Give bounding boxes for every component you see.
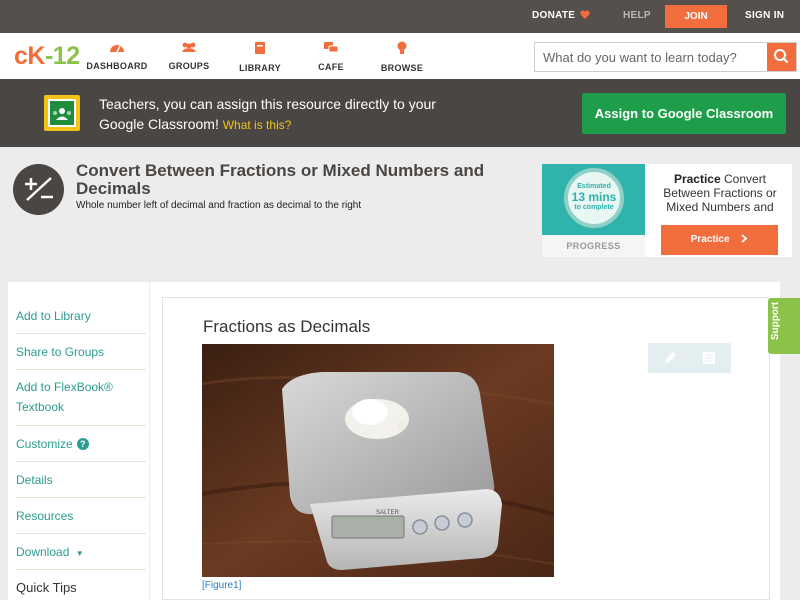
nav-cafe[interactable]: CAFE: [296, 41, 366, 75]
nav-dashboard-label: DASHBOARD: [86, 61, 148, 71]
estimate-text: Estimated 13 mins to complete: [564, 182, 624, 212]
support-tab[interactable]: Support: [768, 298, 800, 354]
sidebar-add-to-library[interactable]: Add to Library: [16, 298, 146, 334]
nav-groups[interactable]: GROUPS: [154, 41, 224, 74]
quick-tips-heading: Quick Tips: [16, 580, 77, 595]
groups-icon: [182, 42, 196, 52]
help-link[interactable]: HELP: [623, 10, 651, 21]
logo-text-12: -12: [44, 42, 80, 70]
lesson-tools: [648, 343, 731, 373]
chevron-right-icon: [741, 234, 748, 243]
scale-brand-text: SALTER: [376, 510, 400, 516]
sidebar-resources[interactable]: Resources: [16, 498, 146, 534]
figure-caption-link[interactable]: [Figure1]: [202, 580, 241, 591]
sidebar-download[interactable]: Download ▼: [16, 534, 146, 570]
nav-dashboard[interactable]: DASHBOARD: [82, 41, 152, 74]
support-label: Support: [770, 301, 781, 341]
google-classroom-banner: Teachers, you can assign this resource d…: [0, 79, 800, 147]
concept-subtitle: Whole number left of decimal and fractio…: [76, 200, 362, 211]
assign-to-google-classroom-button[interactable]: Assign to Google Classroom: [582, 93, 786, 134]
lesson-title: Fractions as Decimals: [203, 317, 371, 336]
lesson-card: Fractions as Decimals SALTER [Figure1]: [162, 297, 770, 600]
download-label: Download: [16, 545, 70, 559]
notes-icon[interactable]: [701, 350, 717, 366]
logo-text-ck: cK: [14, 42, 45, 70]
sidebar-details[interactable]: Details: [16, 462, 146, 498]
practice-description: Practice Convert Between Fractions or Mi…: [654, 172, 786, 214]
donate-link[interactable]: DONATE: [532, 10, 591, 21]
left-sidebar: Add to Library Share to Groups Add to Fl…: [8, 282, 149, 600]
nav-cafe-label: CAFE: [318, 62, 344, 72]
estimated-minutes: 13 mins: [571, 190, 617, 204]
sign-in-link[interactable]: SIGN IN: [745, 10, 784, 21]
google-classroom-icon: [44, 95, 80, 131]
cafe-chat-icon: [324, 42, 339, 53]
what-is-this-link[interactable]: What is this?: [223, 118, 292, 132]
pencil-icon[interactable]: [662, 350, 678, 366]
practice-card: Estimated 13 mins to complete PROGRESS P…: [542, 164, 792, 257]
heart-icon: [580, 10, 591, 19]
practice-button[interactable]: Practice: [661, 225, 778, 255]
progress-label: PROGRESS: [542, 235, 645, 257]
to-complete-label: to complete: [574, 204, 614, 211]
sidebar-customize[interactable]: Customize?: [16, 426, 146, 462]
progress-estimate-graphic: Estimated 13 mins to complete: [542, 164, 645, 235]
help-question-icon[interactable]: ?: [76, 438, 89, 450]
dashboard-icon: [110, 45, 124, 53]
search-icon: [774, 49, 789, 64]
top-utility-bar: DONATE HELP JOIN SIGN IN: [0, 0, 800, 33]
nav-browse[interactable]: BROWSE: [367, 41, 437, 76]
plus-minus-icon: [13, 164, 64, 215]
sidebar-share-to-groups[interactable]: Share to Groups: [16, 334, 146, 370]
search-input[interactable]: [535, 43, 767, 71]
practice-bold-label: Practice: [673, 172, 721, 186]
lightbulb-icon: [397, 41, 407, 54]
estimated-label: Estimated: [577, 183, 611, 190]
classroom-message: Teachers, you can assign this resource d…: [99, 94, 469, 135]
search-button[interactable]: [767, 43, 796, 71]
kitchen-scale-photo: SALTER: [202, 344, 554, 577]
nav-library[interactable]: LIBRARY: [225, 41, 295, 76]
search-box: [534, 42, 797, 72]
nav-library-label: LIBRARY: [239, 63, 281, 73]
sidebar-add-to-flexbook[interactable]: Add to FlexBook® Textbook: [16, 370, 146, 426]
customize-label: Customize: [16, 437, 73, 451]
ck12-logo[interactable]: cK-12: [14, 42, 80, 71]
main-nav: cK-12 DASHBOARD GROUPS LIBRARY CAFE BROW…: [0, 33, 800, 79]
concept-title: Convert Between Fractions or Mixed Numbe…: [76, 161, 485, 198]
caret-down-icon: ▼: [75, 549, 84, 558]
content-panel: Fractions as Decimals SALTER [Figure1]: [150, 282, 780, 600]
join-button[interactable]: JOIN: [665, 5, 727, 28]
practice-button-label: Practice: [690, 234, 730, 245]
donate-label: DONATE: [532, 10, 576, 21]
library-icon: [255, 42, 265, 54]
nav-browse-label: BROWSE: [380, 63, 424, 73]
nav-groups-label: GROUPS: [168, 61, 210, 71]
